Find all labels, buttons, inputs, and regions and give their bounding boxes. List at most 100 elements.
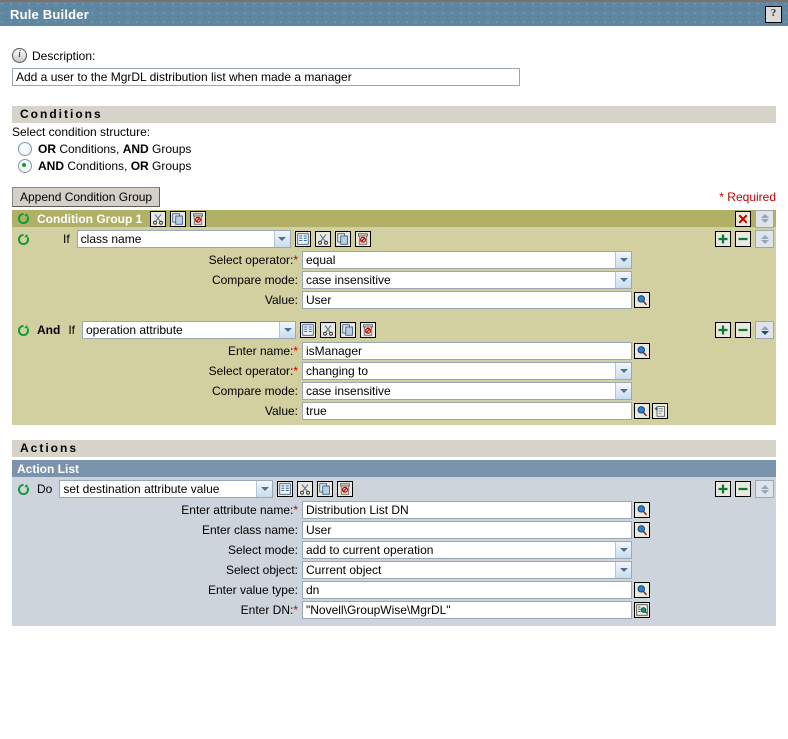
remove-minus-icon[interactable] [735,322,751,338]
magnifier-icon[interactable] [634,502,650,518]
delete-icon[interactable] [190,211,206,227]
select-operator-select-1[interactable]: equal [302,251,632,269]
select-object-select[interactable]: Current object [302,561,632,579]
chevron-down-icon[interactable] [615,383,631,399]
refresh-icon[interactable] [15,211,31,227]
reorder-spinner-icon[interactable] [755,321,774,339]
enter-attribute-name-input[interactable] [302,501,632,519]
chevron-down-icon[interactable] [615,272,631,288]
condition-group-title: Condition Group 1 [37,212,142,226]
action-list: Action List Do set destination attribute… [12,460,776,626]
chevron-down-icon[interactable] [256,481,272,497]
field-label-value: Value: [12,293,302,307]
copy-icon[interactable] [317,481,333,497]
compare-mode-select-1[interactable]: case insensitive [302,271,632,289]
chevron-down-icon[interactable] [274,231,290,247]
radio-option-or-and[interactable]: OR Conditions, AND Groups [0,142,788,156]
value-input-2[interactable] [302,402,632,420]
dn-browse-icon[interactable] [634,602,650,618]
remove-minus-icon[interactable] [735,231,751,247]
enter-dn-input[interactable] [302,601,632,619]
reorder-spinner-icon[interactable] [755,210,774,228]
condition-group-header: Condition Group 1 [12,210,776,227]
add-plus-icon[interactable] [715,481,731,497]
copy-icon[interactable] [340,322,356,338]
chevron-down-icon[interactable] [615,542,631,558]
field-row: Select mode: add to current operation [12,540,776,560]
remove-x-icon[interactable] [735,211,751,227]
magnifier-icon[interactable] [634,292,650,308]
cut-icon[interactable] [315,231,331,247]
field-row: Select object: Current object [12,560,776,580]
actions-section-header: Actions [12,440,776,457]
cut-icon[interactable] [320,322,336,338]
remove-minus-icon[interactable] [735,481,751,497]
field-label-enter-name: Enter name:* [12,344,302,358]
cut-icon[interactable] [297,481,313,497]
magnifier-icon[interactable] [634,522,650,538]
refresh-icon[interactable] [15,481,31,497]
delete-icon[interactable] [355,231,371,247]
field-row: Enter class name: [12,520,776,540]
value-input-1[interactable] [302,291,632,309]
copy-icon[interactable] [335,231,351,247]
select-operator-select-2[interactable]: changing to [302,362,632,380]
chevron-down-icon[interactable] [279,322,295,338]
variable-builder-icon[interactable] [652,403,668,419]
refresh-icon[interactable] [15,322,31,338]
field-row: Compare mode: case insensitive [12,270,776,290]
field-label-select-operator: Select operator:* [12,253,302,267]
enter-name-input[interactable] [302,342,632,360]
description-area: i Description: [0,26,788,86]
magnifier-icon[interactable] [634,582,650,598]
append-condition-group-button[interactable]: Append Condition Group [12,187,160,207]
chevron-down-icon[interactable] [615,363,631,379]
enter-class-name-input[interactable] [302,521,632,539]
magnifier-icon[interactable] [634,403,650,419]
window-titlebar: Rule Builder ? [0,0,788,26]
cut-icon[interactable] [150,211,166,227]
page-title: Rule Builder [10,7,89,22]
reorder-spinner-icon[interactable] [755,230,774,248]
refresh-icon[interactable] [15,231,31,247]
help-question-icon[interactable]: ? [765,6,782,23]
field-label-select-mode: Select mode: [12,543,302,557]
delete-icon[interactable] [360,322,376,338]
add-plus-icon[interactable] [715,322,731,338]
argument-builder-icon[interactable] [300,322,316,338]
condition-group-1: Condition Group 1 If [12,210,776,425]
field-row: Enter DN:* [12,600,776,620]
reorder-spinner-icon[interactable] [755,480,774,498]
compare-mode-select-2[interactable]: case insensitive [302,382,632,400]
argument-builder-icon[interactable] [295,231,311,247]
field-row: Value: [12,401,776,421]
condition-2-type-select[interactable]: operation attribute [82,321,296,339]
copy-icon[interactable] [170,211,186,227]
radio-option-and-or[interactable]: AND Conditions, OR Groups [0,159,788,173]
action-type-select[interactable]: set destination attribute value [59,480,273,498]
condition-structure-label: Select condition structure: [0,123,788,139]
select-mode-select[interactable]: add to current operation [302,541,632,559]
description-input[interactable] [12,68,520,86]
field-row: Value: [12,290,776,310]
field-row: Enter value type: [12,580,776,600]
condition-row-2-header: And If operation attribute [12,318,776,341]
delete-icon[interactable] [337,481,353,497]
field-row: Select operator:* changing to [12,361,776,381]
field-label-compare-mode: Compare mode: [12,273,302,287]
condition-1-type-select[interactable]: class name [77,230,291,248]
condition-1-if-label: If [63,232,70,246]
action-row-header: Do set destination attribute value [12,477,776,500]
radio-and-conditions-or-groups[interactable] [18,159,32,173]
description-label-row: i Description: [12,48,788,63]
append-row: Append Condition Group * Required [12,187,776,207]
argument-builder-icon[interactable] [277,481,293,497]
magnifier-icon[interactable] [634,343,650,359]
condition-2-if-label: If [68,323,75,337]
chevron-down-icon[interactable] [615,562,631,578]
add-plus-icon[interactable] [715,231,731,247]
condition-2-conjunction: And [37,323,60,337]
enter-value-type-input[interactable] [302,581,632,599]
chevron-down-icon[interactable] [615,252,631,268]
radio-or-conditions-and-groups[interactable] [18,142,32,156]
